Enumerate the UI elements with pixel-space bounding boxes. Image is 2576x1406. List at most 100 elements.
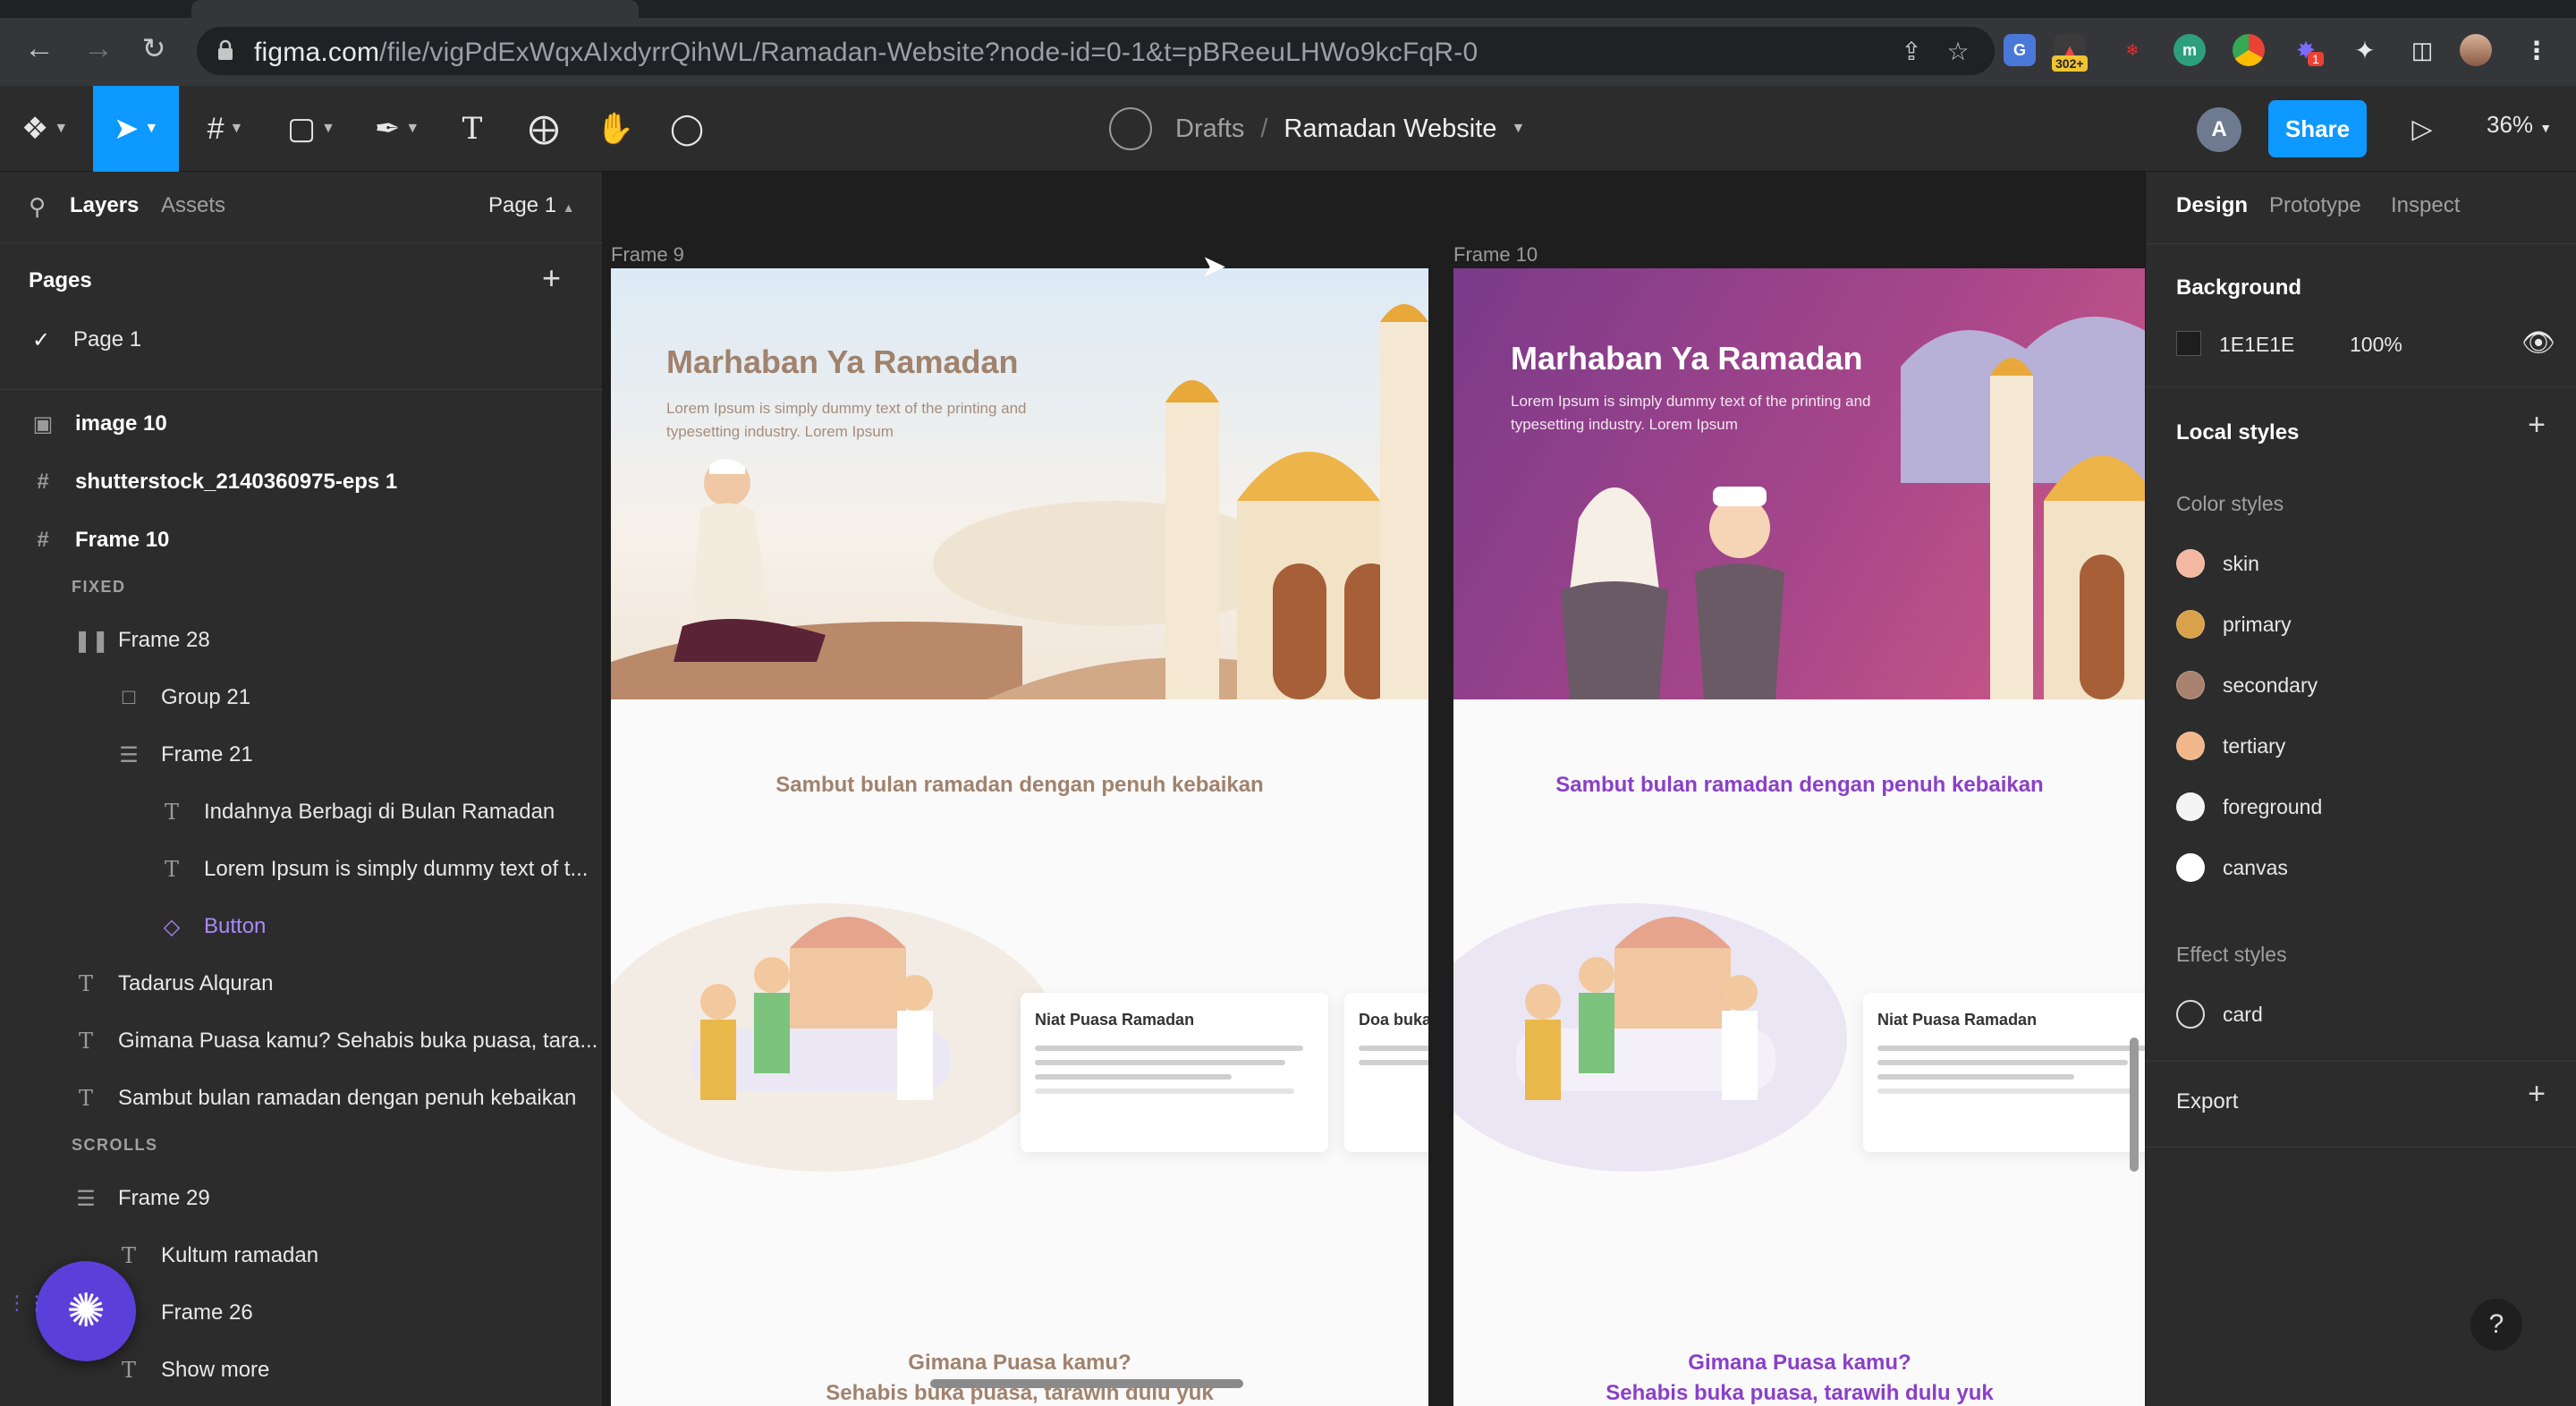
share-button[interactable]: Share xyxy=(2268,100,2367,157)
zoom-dropdown[interactable]: 36% ▼ xyxy=(2487,111,2552,139)
layer-row[interactable]: ◇ Button xyxy=(0,898,603,955)
hero-title: Marhaban Ya Ramadan xyxy=(666,343,1019,380)
color-style-item[interactable]: foreground xyxy=(2176,789,2322,825)
background-swatch[interactable] xyxy=(2176,331,2201,356)
present-play-icon[interactable]: ▷ xyxy=(2402,109,2442,148)
layer-row[interactable]: ☰ Frame 21 xyxy=(0,726,603,783)
main-menu-icon[interactable]: ❖ ▼ xyxy=(9,86,80,172)
tab-assets[interactable]: Assets xyxy=(161,193,225,218)
breadcrumb-drafts[interactable]: Drafts xyxy=(1175,114,1244,144)
properties-panel: Design Prototype Inspect Background 1E1E… xyxy=(2145,172,2576,1406)
design-canvas[interactable]: Frame 9 Frame 10 Marhaban Ya Ramadan Lor… xyxy=(604,172,2145,1406)
extension-icon[interactable]: ❄ xyxy=(2116,34,2148,66)
hand-tool-icon[interactable]: ✋ xyxy=(590,86,640,172)
browser-menu-icon[interactable]: ⋮ xyxy=(2521,34,2553,66)
bookmark-star-icon[interactable]: ☆ xyxy=(1943,36,1973,66)
divider xyxy=(2146,243,2576,244)
chrome-extension-icon[interactable] xyxy=(2233,34,2265,66)
layer-row[interactable]: T Lorem Ipsum is simply dummy text of t..… xyxy=(0,841,603,898)
frame-label[interactable]: Frame 9 xyxy=(611,243,684,267)
back-icon[interactable]: ← xyxy=(21,30,57,66)
tab-inspect[interactable]: Inspect xyxy=(2391,193,2460,218)
layer-name: Frame 28 xyxy=(118,628,210,652)
search-icon[interactable]: ⚲ xyxy=(29,193,46,221)
add-export-icon[interactable]: + xyxy=(2528,1077,2546,1112)
translate-extension-icon[interactable]: G xyxy=(2004,34,2036,66)
pen-tool-icon[interactable]: ✒ ▼ xyxy=(361,86,433,172)
text-placeholder xyxy=(1035,1060,1285,1065)
layer-row[interactable]: # Frame 10 xyxy=(0,512,603,569)
layer-row[interactable]: T Sambut bulan ramadan dengan penuh kebai… xyxy=(0,1070,603,1127)
style-name: card xyxy=(2223,1002,2263,1026)
help-button[interactable]: ? xyxy=(2470,1299,2522,1351)
share-page-icon[interactable]: ⇪ xyxy=(1896,36,1927,66)
resources-icon[interactable]: ⨁ xyxy=(519,86,569,172)
tab-design[interactable]: Design xyxy=(2176,193,2248,218)
browser-tab-strip xyxy=(0,0,2576,18)
tab-layers[interactable]: Layers xyxy=(70,193,139,218)
browser-tab[interactable] xyxy=(191,0,639,18)
background-hex[interactable]: 1E1E1E xyxy=(2219,333,2294,357)
fixed-caption: FIXED xyxy=(72,578,126,596)
color-style-item[interactable]: tertiary xyxy=(2176,728,2285,764)
plugin-launcher-icon[interactable]: ✺ xyxy=(36,1261,136,1361)
reload-icon[interactable]: ↻ xyxy=(136,30,172,66)
image-icon: ▣ xyxy=(32,411,54,436)
zoom-level: 36% xyxy=(2487,111,2534,138)
page-item[interactable]: ✓ Page 1 xyxy=(0,311,603,368)
eye-icon[interactable]: 👁 xyxy=(2521,327,2555,359)
frame-scrollbar[interactable] xyxy=(2130,1038,2139,1172)
move-tool-icon[interactable]: ➤ ▼ xyxy=(93,86,179,172)
address-bar[interactable]: figma.com/file/vigPdExWqxAIxdyrrQihWL/Ra… xyxy=(197,27,1995,75)
canvas-scrollbar[interactable] xyxy=(930,1379,1243,1388)
file-name[interactable]: Ramadan Website xyxy=(1284,114,1496,144)
layer-row[interactable]: ❚❚ Frame 28 xyxy=(0,612,603,669)
group-icon: □ xyxy=(122,685,136,709)
profile-avatar[interactable] xyxy=(2460,34,2492,66)
extension-badge: 1 xyxy=(2308,52,2324,66)
layer-name: Indahnya Berbagi di Bulan Ramadan xyxy=(204,800,555,824)
layer-row[interactable]: ☰ Frame 29 xyxy=(0,1170,603,1227)
chevron-down-icon[interactable]: ▼ xyxy=(1511,121,1525,137)
layer-row[interactable]: T Indahnya Berbagi di Bulan Ramadan xyxy=(0,783,603,841)
effect-style-item[interactable]: card xyxy=(2176,996,2263,1032)
shape-tool-icon[interactable]: ▢ ▼ xyxy=(275,86,347,172)
question-heading: Gimana Puasa kamu? xyxy=(1688,1351,1911,1375)
side-panel-icon[interactable]: ◫ xyxy=(2406,34,2438,66)
color-style-item[interactable]: secondary xyxy=(2176,667,2318,703)
divider xyxy=(2146,1147,2576,1148)
tab-prototype[interactable]: Prototype xyxy=(2269,193,2361,218)
vertical-autolayout-icon: ☰ xyxy=(119,742,139,767)
layer-row[interactable]: ▣ image 10 xyxy=(0,395,603,453)
frame-icon: # xyxy=(37,528,49,552)
comment-tool-icon[interactable]: ◯ xyxy=(662,86,712,172)
local-styles-heading: Local styles xyxy=(2176,420,2300,445)
layer-row[interactable]: # shutterstock_2140360975-eps 1 xyxy=(0,453,603,511)
url-text[interactable]: figma.com/file/vigPdExWqxAIxdyrrQihWL/Ra… xyxy=(254,38,1478,68)
color-style-item[interactable]: canvas xyxy=(2176,850,2288,885)
text-icon: T xyxy=(78,1086,93,1111)
forward-icon[interactable]: → xyxy=(80,30,116,66)
drag-handle-icon[interactable]: ⋮⋮ xyxy=(7,1293,47,1313)
frame-10[interactable]: Marhaban Ya Ramadan Lorem Ipsum is simpl… xyxy=(1453,268,2145,1406)
layer-row[interactable]: T Tadarus Alquran xyxy=(0,955,603,1012)
hero-illustration: Marhaban Ya Ramadan Lorem Ipsum is simpl… xyxy=(1453,268,2145,699)
layer-row[interactable]: □ Group 21 xyxy=(0,669,603,726)
extension-badge: 302+ xyxy=(2052,55,2088,72)
page-selector[interactable]: Page 1 ▲ xyxy=(488,193,575,218)
layer-row[interactable]: T Gimana Puasa kamu? Sehabis buka puasa, … xyxy=(0,1012,603,1070)
add-page-icon[interactable]: + xyxy=(542,259,561,297)
frame-tool-icon[interactable]: # ▼ xyxy=(190,86,261,172)
puzzle-icon[interactable]: ✦ xyxy=(2349,34,2381,66)
color-style-item[interactable]: primary xyxy=(2176,606,2292,642)
style-name: skin xyxy=(2223,551,2259,575)
style-name: foreground xyxy=(2223,794,2323,818)
background-opacity[interactable]: 100% xyxy=(2350,333,2402,357)
collaborator-avatar[interactable]: A xyxy=(2197,107,2241,152)
frame-9[interactable]: Marhaban Ya Ramadan Lorem Ipsum is simpl… xyxy=(611,268,1428,1406)
text-tool-icon[interactable]: T xyxy=(447,86,497,172)
frame-label[interactable]: Frame 10 xyxy=(1453,243,1538,267)
extension-icon[interactable]: m xyxy=(2174,34,2206,66)
add-style-icon[interactable]: + xyxy=(2528,408,2546,443)
color-style-item[interactable]: skin xyxy=(2176,546,2259,581)
